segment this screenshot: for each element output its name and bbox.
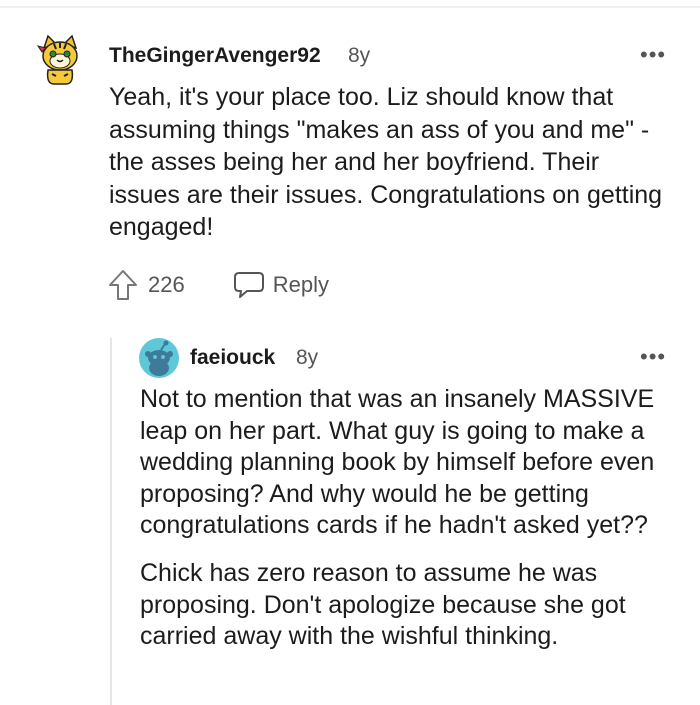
comment-timestamp: 8y (296, 346, 319, 369)
upvote-count: 226 (148, 272, 185, 297)
comment-actions: 226 Reply (107, 268, 329, 302)
more-options-icon[interactable]: ••• (640, 346, 666, 368)
comment-timestamp: 8y (348, 44, 371, 67)
reply-bubble-icon (233, 272, 264, 298)
user-avatar[interactable] (36, 34, 84, 86)
comment-body: Not to mention that was an insanely MASS… (140, 384, 685, 653)
comment-paragraph: Chick has zero reason to assume he was p… (140, 558, 626, 651)
comment-paragraph: Not to mention that was an insanely MASS… (140, 385, 655, 540)
upvote-button[interactable]: 226 (107, 268, 185, 302)
user-avatar[interactable] (139, 338, 179, 378)
reply-button[interactable]: Reply (233, 270, 329, 300)
top-divider (0, 6, 700, 8)
comment-username[interactable]: TheGingerAvenger92 (109, 44, 321, 68)
reply-label: Reply (272, 272, 329, 297)
more-options-icon[interactable]: ••• (640, 44, 666, 66)
comment-body: Yeah, it's your place too. Liz should kn… (109, 81, 669, 244)
snoo-avatar-icon (145, 340, 173, 376)
upvote-arrow-icon (109, 270, 137, 300)
comment-username[interactable]: faeiouck (190, 346, 275, 370)
comment-paragraph: Yeah, it's your place too. Liz should kn… (109, 83, 663, 241)
tiger-avatar-icon (36, 34, 78, 85)
thread-line[interactable] (110, 338, 112, 705)
